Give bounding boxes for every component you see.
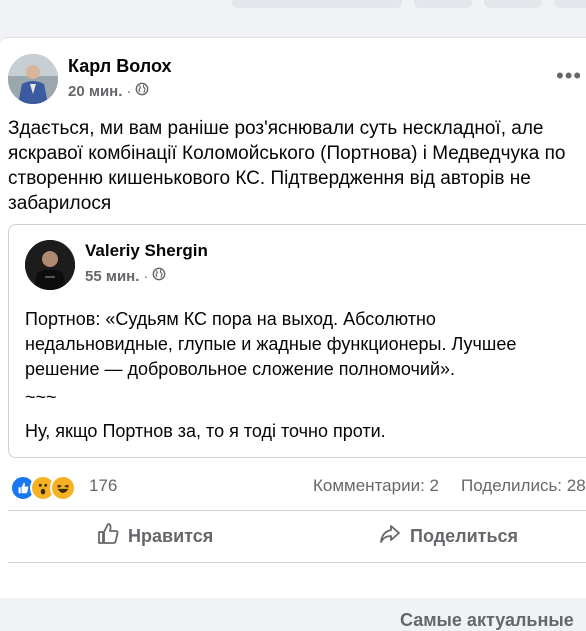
thumbs-up-icon [96,522,120,551]
haha-reaction-icon [50,475,76,501]
share-button[interactable]: Поделиться [378,518,518,554]
separator-dot: · [126,82,132,100]
post-time[interactable]: 20 мин. [68,83,122,100]
share-label: Поделиться [410,525,519,546]
top-bar-button[interactable] [232,0,402,8]
reaction-icons[interactable] [10,475,76,501]
share-arrow-icon [378,522,402,551]
shared-text: Портнов: «Судьям КС пора на выход. Абсол… [25,309,517,379]
globe-icon[interactable] [135,82,149,100]
reactions-count[interactable]: 176 [89,476,117,496]
post-meta: 20 мин. · [68,82,149,100]
more-options-icon[interactable]: ••• [556,65,586,87]
like-button[interactable]: Нравится [96,518,213,554]
post-card: Карл Волох 20 мин. · ••• Здається, ми ва… [0,37,586,630]
separator-dot: · [143,267,149,285]
divider [8,562,586,563]
divider [8,510,586,511]
avatar[interactable] [8,54,58,104]
shared-separator: ~~~ [25,387,57,407]
top-bar-button[interactable] [414,0,472,8]
top-bar [0,0,586,20]
shared-avatar[interactable] [25,240,75,290]
shares-count[interactable]: Поделились: 28 [461,476,586,496]
shared-meta: 55 мин. · [85,267,166,285]
comments-sort-dropdown[interactable]: Самые актуальные [400,610,574,631]
comments-count[interactable]: Комментарии: 2 [313,476,439,496]
shared-post[interactable]: Valeriy Shergin 55 мин. · Портнов: «Судь… [8,224,586,458]
post-author[interactable]: Карл Волох [68,56,172,77]
shared-time[interactable]: 55 мин. [85,268,139,285]
top-bar-button[interactable] [554,0,586,8]
top-bar-button[interactable] [484,0,542,8]
post-text: Здається, ми вам раніше роз'яснювали сут… [8,118,566,214]
shared-author[interactable]: Valeriy Shergin [85,241,208,261]
globe-icon[interactable] [152,267,166,285]
shared-last-line: Ну, якщо Портнов за, то я тоді точно про… [25,421,386,441]
like-label: Нравится [128,525,214,546]
